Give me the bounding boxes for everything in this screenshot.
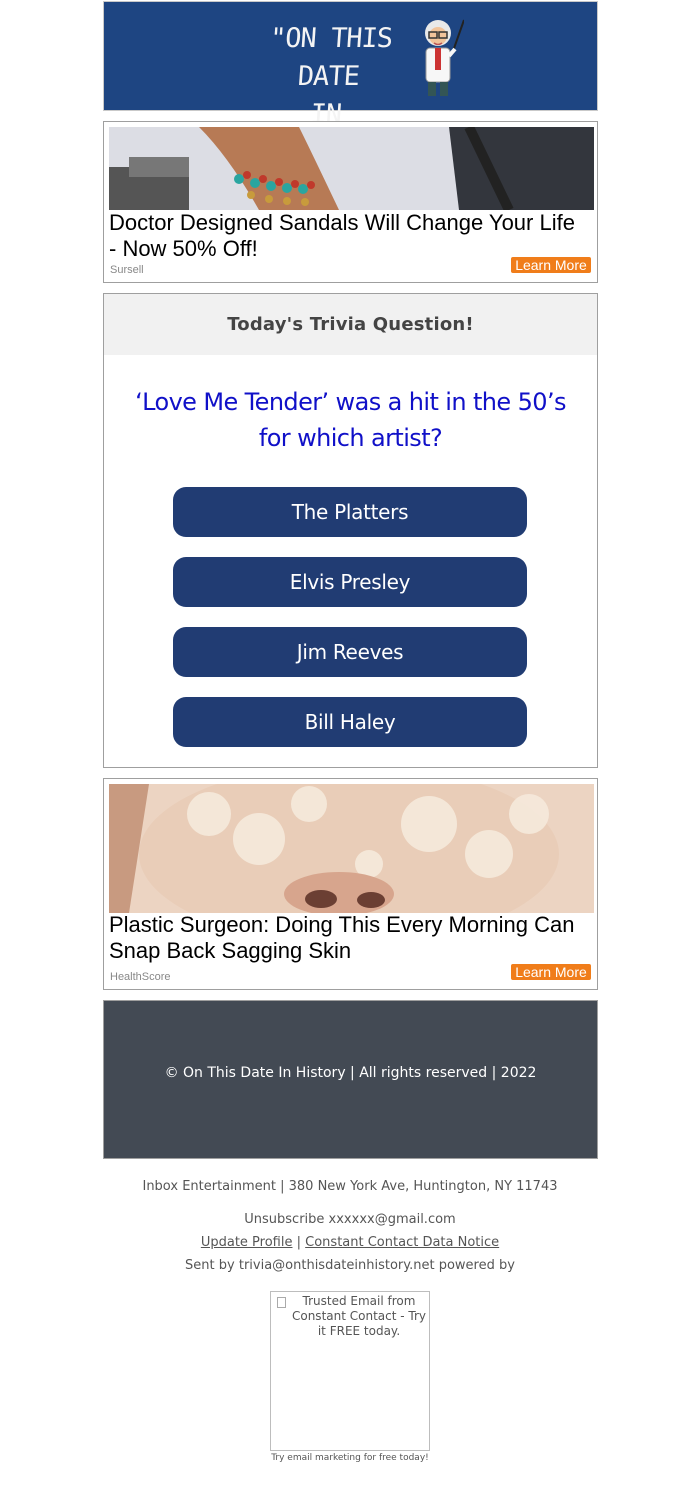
link-separator: | <box>296 1235 302 1250</box>
ad-image-face-scrub[interactable] <box>109 784 594 913</box>
unsubscribe-link[interactable]: Unsubscribe xxxxxx@gmail.com <box>0 1211 700 1229</box>
update-profile-link[interactable]: Update Profile <box>201 1235 293 1250</box>
badge-alt-text: Trusted Email from Constant Contact - Tr… <box>291 1294 426 1338</box>
email-marketing-tagline[interactable]: Try email marketing for free today! <box>0 1453 700 1463</box>
newsletter-header: "ON THIS DATE IN HISTORY..." <box>103 1 598 168</box>
sponsored-ad-sandals[interactable]: Doctor Designed Sandals Will Change Your… <box>103 121 598 283</box>
ad-source: HealthScore <box>110 971 171 983</box>
answer-button-bill-haley[interactable]: Bill Haley <box>173 697 527 747</box>
answer-button-the-platters[interactable]: The Platters <box>173 487 527 537</box>
sent-by-text: Sent by trivia@onthisdateinhistory.net p… <box>185 1258 515 1273</box>
sponsored-ad-skin[interactable]: Plastic Surgeon: Doing This Every Mornin… <box>103 778 598 990</box>
trivia-question: ‘Love Me Tender’ was a hit in the 50’s f… <box>135 388 566 452</box>
learn-more-button[interactable]: Learn More <box>511 964 591 980</box>
answer-button-elvis-presley[interactable]: Elvis Presley <box>173 557 527 607</box>
ad-source: Sursell <box>110 264 144 276</box>
answer-button-jim-reeves[interactable]: Jim Reeves <box>173 627 527 677</box>
profile-links: Update Profile | Constant Contact Data N… <box>0 1234 700 1252</box>
constant-contact-badge[interactable]: Trusted Email from Constant Contact - Tr… <box>270 1291 430 1451</box>
ad-image-sandals[interactable] <box>109 127 594 210</box>
learn-more-button[interactable]: Learn More <box>511 257 591 273</box>
professor-mascot-icon <box>425 19 464 96</box>
logo-line-1: "ON THIS DATE <box>268 23 394 92</box>
copyright-text: © On This Date In History | All rights r… <box>164 1065 537 1081</box>
ad-headline[interactable]: Plastic Surgeon: Doing This Every Mornin… <box>109 912 579 964</box>
sender-address: Inbox Entertainment | 380 New York Ave, … <box>142 1179 558 1194</box>
copyright-footer: © On This Date In History | All rights r… <box>103 1000 598 1159</box>
broken-image-icon <box>277 1297 286 1308</box>
trivia-heading: Today's Trivia Question! <box>104 294 597 355</box>
ad-headline[interactable]: Doctor Designed Sandals Will Change Your… <box>109 210 579 262</box>
trivia-card: Today's Trivia Question! ‘Love Me Tender… <box>103 293 598 768</box>
data-notice-link[interactable]: Constant Contact Data Notice <box>305 1235 499 1250</box>
